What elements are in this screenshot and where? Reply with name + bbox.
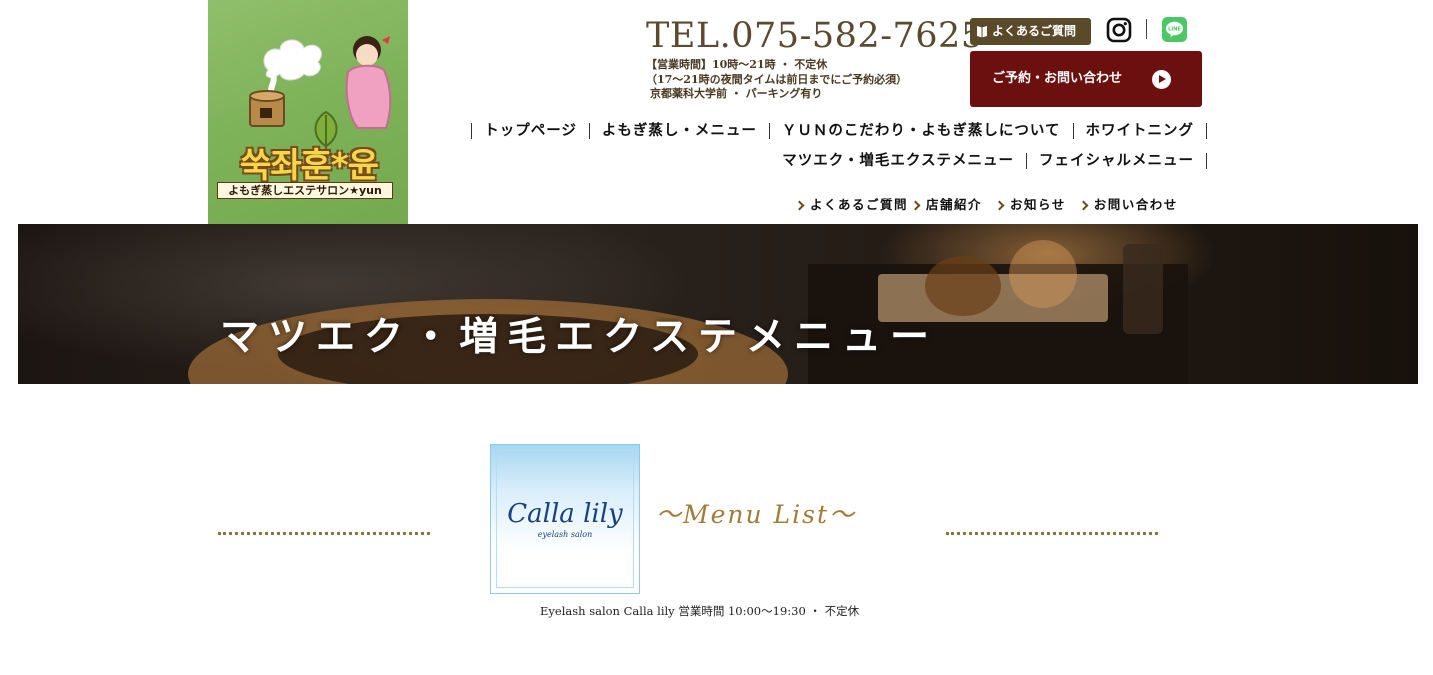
subnav-item-shop[interactable]: 店舗紹介 xyxy=(910,195,983,215)
play-circle-icon xyxy=(1152,70,1171,89)
business-hours: 【営業時間】10時〜21時 ・ 不定休 （17〜21時の夜間タイムは前日までにご… xyxy=(646,58,907,102)
nav-divider xyxy=(1206,123,1207,139)
nav-divider xyxy=(588,123,590,139)
nav-divider xyxy=(1206,153,1207,169)
faq-button-label: よくあるご質問 xyxy=(992,24,1077,38)
subnav-item-news[interactable]: お知らせ xyxy=(994,195,1066,215)
nav-divider xyxy=(471,123,473,139)
salon-name: Calla lily xyxy=(507,499,623,529)
subnav-label: お問い合わせ xyxy=(1093,197,1178,212)
social-divider xyxy=(1146,19,1147,39)
chevron-right-icon xyxy=(1078,200,1089,210)
line-icon[interactable]: LINE xyxy=(1162,17,1187,42)
book-icon xyxy=(977,26,987,38)
calla-lily-logo: Calla lily eyelash salon xyxy=(490,444,640,594)
subnav-label: よくあるご質問 xyxy=(810,197,909,212)
faq-button[interactable]: よくあるご質問 xyxy=(970,18,1091,45)
chevron-right-icon xyxy=(910,200,921,210)
hours-line: 京都薬科大学前 ・ パーキング有り xyxy=(650,87,823,100)
menu-list-heading: 〜Menu List〜 xyxy=(656,500,857,529)
chevron-right-icon xyxy=(994,200,1005,210)
main-nav-row-1: トップページ よもぎ蒸し・メニュー ＹＵＮのこだわり・よもぎ蒸しについて ホワイ… xyxy=(459,121,1219,141)
phone-number[interactable]: TEL.075-582-7625 xyxy=(646,16,984,56)
nav-item-whitening[interactable]: ホワイトニング xyxy=(1086,121,1195,141)
page-title: マツエク・増毛エクステメニュー xyxy=(220,314,939,360)
site-logo[interactable]: 쑥좌훈*윤 よもぎ蒸しエステサロン★yun xyxy=(208,0,408,224)
nav-divider xyxy=(1026,153,1027,169)
instagram-icon[interactable] xyxy=(1106,17,1132,43)
salon-tagline: eyelash salon xyxy=(537,530,593,539)
chevron-right-icon xyxy=(794,200,805,210)
main-nav-row-2: マツエク・増毛エクステメニュー フェイシャルメニュー xyxy=(782,151,1219,171)
subnav-label: 店舗紹介 xyxy=(926,197,983,212)
logo-title: 쑥좌훈*윤 xyxy=(240,146,379,186)
hero-banner: マツエク・増毛エクステメニュー xyxy=(18,224,1418,384)
hero-background-image xyxy=(188,240,1188,384)
nav-item-facial-menu[interactable]: フェイシャルメニュー xyxy=(1039,151,1194,171)
hours-line: 【営業時間】10時〜21時 ・ 不定休 xyxy=(646,58,828,71)
svg-text:LINE: LINE xyxy=(1168,27,1181,33)
reserve-button[interactable]: ご予約・お問い合わせ xyxy=(970,51,1202,107)
nav-divider xyxy=(1072,123,1074,139)
salon-hours: Eyelash salon Calla lily 営業時間 10:00〜19:3… xyxy=(540,604,860,618)
decorative-divider-left xyxy=(218,532,430,535)
subnav-label: お知らせ xyxy=(1010,197,1066,212)
nav-divider xyxy=(768,123,770,139)
sub-nav: よくあるご質問 店舗紹介 お知らせ お問い合わせ xyxy=(794,195,1178,215)
nav-item-yomogi-menu[interactable]: よもぎ蒸し・メニュー xyxy=(602,121,757,141)
nav-item-top[interactable]: トップページ xyxy=(484,121,577,141)
decorative-divider-right xyxy=(946,532,1158,535)
hours-line: （17〜21時の夜間タイムは前日までにご予約必須） xyxy=(646,72,908,86)
reserve-button-label: ご予約・お問い合わせ xyxy=(992,71,1123,86)
nav-item-about-yun[interactable]: ＹＵＮのこだわり・よもぎ蒸しについて xyxy=(782,121,1061,141)
subnav-item-faq[interactable]: よくあるご質問 xyxy=(794,195,909,215)
subnav-item-contact[interactable]: お問い合わせ xyxy=(1078,195,1178,215)
nav-item-eyelash-menu[interactable]: マツエク・増毛エクステメニュー xyxy=(782,151,1014,171)
logo-subtitle: よもぎ蒸しエステサロン★yun xyxy=(217,182,393,199)
